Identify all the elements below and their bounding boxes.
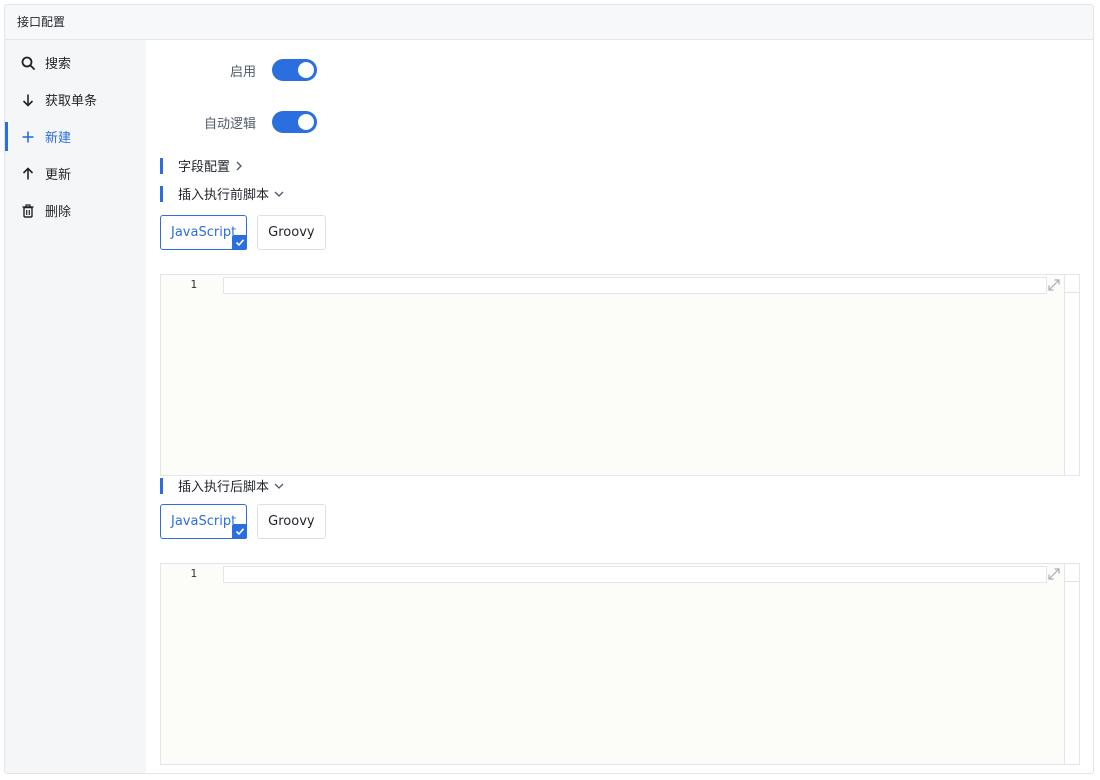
sidebar-item-label: 搜索 (45, 57, 72, 72)
sidebar-item-update[interactable]: 更新 (5, 155, 146, 192)
arrow-up-icon (21, 166, 35, 181)
editor-scrollbar[interactable] (1064, 564, 1079, 764)
line-number: 1 (190, 278, 197, 291)
sidebar-item-get-one[interactable]: 获取单条 (5, 81, 146, 118)
sidebar: 搜索 获取单条 新建 更新 删除 (5, 40, 146, 773)
sidebar-item-label: 新建 (45, 131, 72, 146)
sidebar-item-delete[interactable]: 删除 (5, 192, 146, 229)
section-accent-bar (160, 477, 163, 494)
active-code-line[interactable] (223, 566, 1047, 583)
after-language-selector: JavaScript Groovy (160, 504, 336, 539)
option-label: Groovy (268, 225, 315, 240)
before-language-selector: JavaScript Groovy (160, 215, 336, 250)
check-icon (232, 524, 248, 539)
after-script-editor[interactable]: 1 (160, 563, 1080, 765)
trash-icon (21, 203, 35, 218)
auto-logic-label: 自动逻辑 (203, 116, 256, 132)
sidebar-item-create[interactable]: 新建 (5, 118, 146, 155)
section-title: 插入执行前脚本 (178, 188, 270, 203)
enable-label: 启用 (229, 64, 256, 80)
section-accent-bar (160, 157, 163, 174)
enable-row: 启用 (146, 59, 317, 81)
chevron-down-icon (273, 189, 285, 199)
option-label: JavaScript (171, 514, 237, 529)
config-window: 接口配置 搜索 获取单条 新建 更新 删除 启用 自动逻辑 字段配置 插入执行前… (4, 4, 1094, 774)
before-script-editor[interactable]: 1 (160, 274, 1080, 476)
before-script-section[interactable]: 插入执行前脚本 (160, 184, 285, 203)
auto-logic-row: 自动逻辑 (146, 111, 317, 133)
switch-knob (298, 114, 314, 130)
expand-icon[interactable] (1047, 278, 1061, 292)
before-groovy-option[interactable]: Groovy (257, 215, 326, 250)
arrow-down-icon (21, 93, 35, 107)
line-number: 1 (190, 567, 197, 580)
after-groovy-option[interactable]: Groovy (257, 504, 326, 539)
active-code-line[interactable] (223, 277, 1047, 294)
chevron-right-icon (234, 160, 244, 172)
sidebar-item-label: 删除 (45, 205, 72, 220)
auto-logic-switch[interactable] (272, 111, 317, 133)
after-javascript-option[interactable]: JavaScript (160, 504, 248, 539)
enable-switch[interactable] (272, 59, 317, 81)
sidebar-item-label: 更新 (45, 168, 72, 183)
section-accent-bar (160, 185, 163, 202)
check-icon (232, 235, 248, 250)
sidebar-item-search[interactable]: 搜索 (5, 44, 146, 81)
expand-icon[interactable] (1047, 567, 1061, 581)
section-title: 插入执行后脚本 (178, 480, 270, 495)
section-title: 字段配置 (178, 160, 231, 175)
before-javascript-option[interactable]: JavaScript (160, 215, 248, 250)
after-script-section[interactable]: 插入执行后脚本 (160, 476, 285, 495)
switch-knob (298, 62, 314, 78)
field-config-section[interactable]: 字段配置 (160, 156, 244, 175)
window-title: 接口配置 (5, 5, 1093, 40)
plus-icon (21, 130, 35, 144)
search-icon (21, 56, 35, 70)
main-panel: 启用 自动逻辑 字段配置 插入执行前脚本 JavaScript Groovy 1… (146, 40, 1093, 773)
sidebar-item-label: 获取单条 (45, 94, 98, 109)
option-label: Groovy (268, 514, 315, 529)
option-label: JavaScript (171, 225, 237, 240)
chevron-down-icon (273, 481, 285, 491)
editor-scrollbar[interactable] (1064, 275, 1079, 475)
scrollbar-corner (1065, 564, 1079, 582)
scrollbar-corner (1065, 275, 1079, 293)
